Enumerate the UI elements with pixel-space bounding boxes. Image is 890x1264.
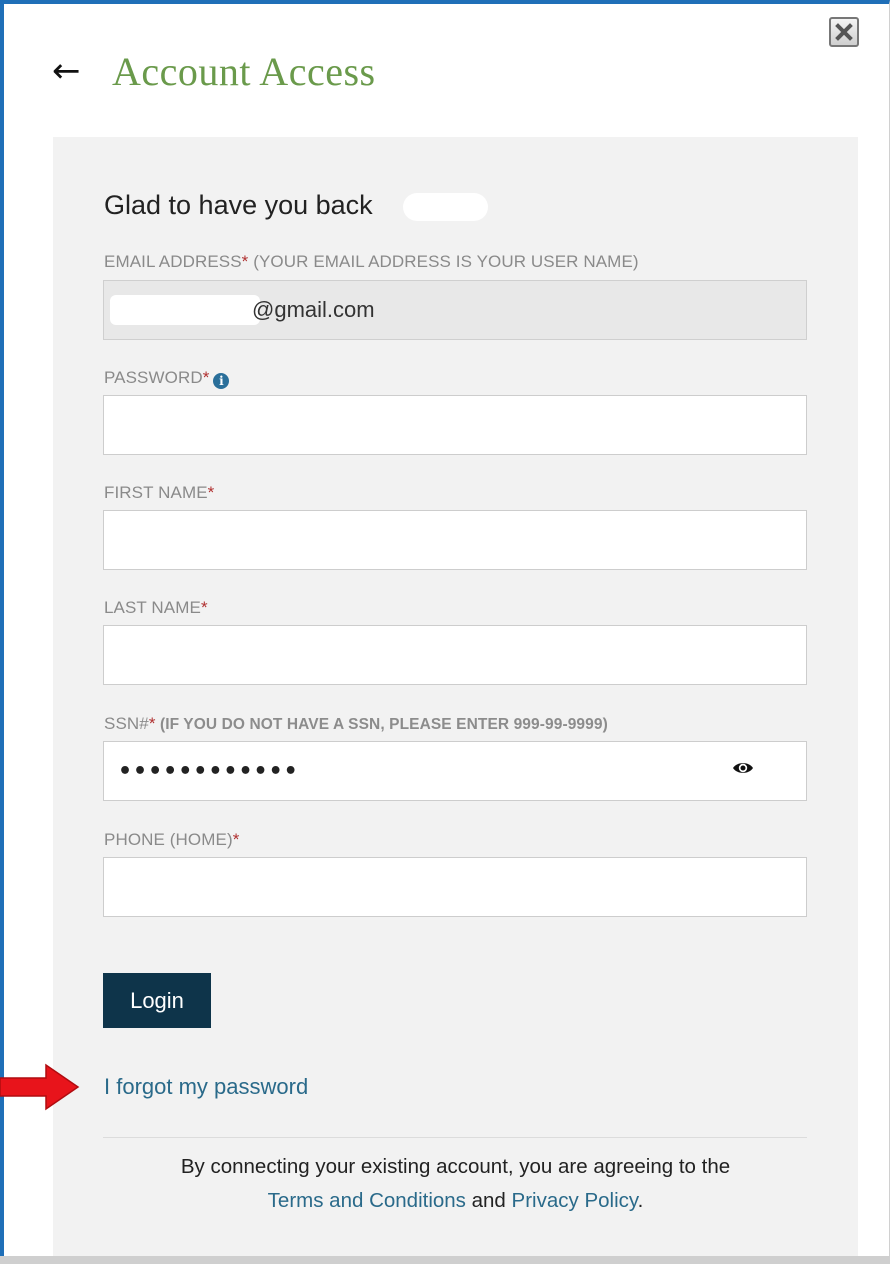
last-name-field[interactable]	[103, 625, 807, 685]
ssn-required-mark: *	[148, 714, 156, 733]
login-button[interactable]: Login	[103, 973, 211, 1028]
redacted-email-user	[110, 295, 260, 325]
last-name-label-text: LAST NAME	[104, 598, 201, 617]
first-name-label-text: FIRST NAME	[104, 483, 208, 502]
terms-link[interactable]: Terms and Conditions	[268, 1189, 466, 1212]
email-field[interactable]: @gmail.com	[103, 280, 807, 340]
password-label: PASSWORD* i	[104, 368, 230, 389]
page-title: Account Access	[112, 48, 376, 94]
ssn-label-text: SSN#	[104, 714, 149, 733]
phone-label-text: PHONE (HOME)	[104, 830, 233, 849]
ssn-masked-value: ••••••••••••	[118, 758, 299, 784]
phone-label: PHONE (HOME)*	[104, 830, 239, 850]
forgot-password-link[interactable]: I forgot my password	[104, 1074, 308, 1100]
first-name-label: FIRST NAME*	[104, 483, 214, 503]
first-name-field[interactable]	[103, 510, 807, 570]
bottom-strip	[0, 1256, 890, 1264]
ssn-label-note: (IF YOU DO NOT HAVE A SSN, PLEASE ENTER …	[155, 716, 608, 733]
password-label-text: PASSWORD	[104, 368, 203, 387]
show-ssn-eye-icon[interactable]	[732, 760, 754, 776]
info-icon[interactable]: i	[213, 373, 230, 389]
email-label-text: EMAIL ADDRESS	[104, 252, 242, 271]
redacted-name	[403, 193, 488, 221]
divider	[103, 1137, 807, 1138]
back-arrow-icon[interactable]: ←	[52, 54, 112, 88]
footer-period: .	[637, 1189, 644, 1212]
password-field[interactable]	[103, 395, 807, 455]
footer-text: By connecting your existing account, you…	[180, 1155, 731, 1178]
red-arrow-icon	[0, 1063, 80, 1111]
phone-required-mark: *	[232, 830, 240, 849]
email-label-note: (YOUR EMAIL ADDRESS IS YOUR USER NAME)	[248, 252, 639, 271]
privacy-link[interactable]: Privacy Policy	[512, 1189, 638, 1212]
phone-field[interactable]	[103, 857, 807, 917]
footer-agreement: By connecting your existing account, you…	[53, 1150, 858, 1218]
ssn-label: SSN#* (IF YOU DO NOT HAVE A SSN, PLEASE …	[104, 714, 608, 734]
email-label: EMAIL ADDRESS* (YOUR EMAIL ADDRESS IS YO…	[104, 252, 639, 272]
last-name-required-mark: *	[200, 598, 208, 617]
footer-links-line: Terms and Conditions and Privacy Policy.	[53, 1184, 858, 1218]
greeting-heading: Glad to have you back	[104, 190, 373, 220]
last-name-label: LAST NAME*	[104, 598, 208, 618]
password-required-mark: *	[202, 368, 210, 387]
close-icon	[835, 23, 853, 41]
footer-and: and	[465, 1189, 512, 1212]
modal-header: ← Account Access	[52, 46, 376, 96]
ssn-field[interactable]: ••••••••••••	[103, 741, 807, 801]
email-value: @gmail.com	[252, 297, 375, 322]
close-button[interactable]	[829, 17, 859, 47]
first-name-required-mark: *	[207, 483, 215, 502]
